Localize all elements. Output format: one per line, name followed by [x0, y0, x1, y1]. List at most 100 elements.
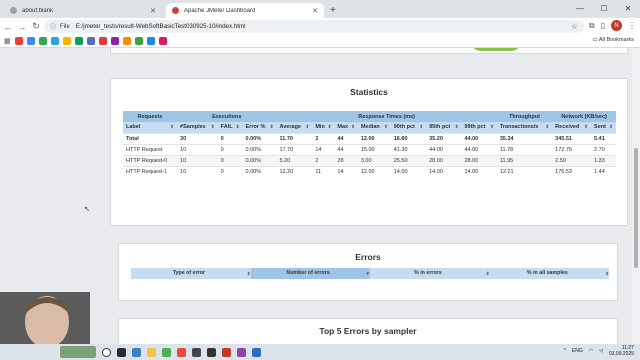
bookmark-icon[interactable]: [110, 37, 119, 45]
column-header[interactable]: Sent ⇕: [591, 122, 616, 133]
sort-icon[interactable]: ⇕: [419, 124, 423, 130]
column-label: 90th pct: [393, 124, 415, 131]
reload-icon[interactable]: ↻: [30, 21, 42, 32]
column-header[interactable]: 95th pct ⇕: [426, 122, 462, 133]
statistics-panel: Statistics Requests Executions Response …: [110, 78, 628, 226]
column-header[interactable]: Number of errors ▼: [250, 268, 370, 279]
column-header[interactable]: FAIL ⇕: [217, 122, 243, 133]
volume-icon[interactable]: ◁: [599, 348, 603, 354]
sort-icon[interactable]: ⇕: [384, 124, 388, 130]
page-viewport: Statistics Requests Executions Response …: [0, 48, 632, 344]
scrollbar-thumb[interactable]: [634, 148, 638, 268]
bookmark-icon[interactable]: [134, 37, 143, 45]
sort-icon[interactable]: ⇕: [270, 124, 274, 130]
menu-icon[interactable]: ⋮: [628, 21, 636, 30]
column-header[interactable]: 99th pct ⇕: [461, 122, 497, 133]
column-header[interactable]: Type of error ⇕: [131, 268, 251, 279]
task-view-icon[interactable]: [117, 347, 126, 357]
gmail-icon[interactable]: [14, 37, 23, 45]
app-icon[interactable]: [162, 347, 171, 357]
new-tab-button[interactable]: +: [330, 5, 336, 16]
table-cell: 44: [334, 132, 358, 144]
table-cell: 11.95: [496, 154, 553, 166]
column-header[interactable]: Max ⇕: [334, 122, 358, 133]
bookmark-icon[interactable]: [86, 37, 95, 45]
address-bar[interactable]: ⓘ File E:/jmeter_tests/result-WebSoftBas…: [44, 20, 584, 33]
table-cell: 0: [217, 132, 243, 144]
back-icon[interactable]: ←: [2, 22, 14, 32]
tab-about-blank[interactable]: about:blank ✕: [4, 3, 162, 18]
search-icon[interactable]: [102, 347, 111, 357]
language-indicator[interactable]: ENG: [572, 348, 583, 354]
sort-icon[interactable]: ⇕: [328, 124, 332, 130]
tab-jmeter-dashboard[interactable]: Apache JMeter Dashboard ✕: [166, 3, 324, 18]
url-text[interactable]: E:/jmeter_tests/result-WebSoftBasicTest0…: [76, 23, 246, 30]
close-tab-icon[interactable]: ✕: [312, 7, 318, 15]
bookmark-icon[interactable]: [74, 37, 83, 45]
edge-icon[interactable]: [132, 347, 141, 357]
apps-grid-icon[interactable]: ▦: [4, 37, 11, 45]
forward-icon[interactable]: →: [16, 22, 28, 32]
sort-icon[interactable]: ⇕: [236, 124, 240, 130]
table-cell: 12.20: [276, 165, 313, 177]
all-bookmarks-button[interactable]: ▭ All Bookmarks: [592, 37, 634, 43]
powershell-icon[interactable]: [252, 347, 261, 357]
bookmark-icon[interactable]: [122, 37, 131, 45]
sort-icon[interactable]: ⇕: [605, 268, 609, 279]
sort-icon[interactable]: ⇕: [609, 124, 613, 130]
column-header[interactable]: % in errors ⇕: [370, 268, 490, 279]
column-header[interactable]: Received ⇕: [552, 122, 592, 133]
app-icon[interactable]: [237, 347, 246, 357]
app-icon[interactable]: [192, 347, 201, 357]
minimize-icon[interactable]: —: [568, 4, 592, 13]
sort-icon[interactable]: ⇕: [584, 124, 588, 130]
column-header[interactable]: Min ⇕: [312, 122, 335, 133]
table-cell: 12.00: [357, 132, 391, 144]
sort-icon[interactable]: ⇕: [306, 124, 310, 130]
column-header[interactable]: Average ⇕: [276, 122, 313, 133]
bookmark-icon[interactable]: [26, 37, 35, 45]
bookmark-star-icon[interactable]: ☆: [571, 22, 578, 31]
browser-toolbar: ← → ↻ ⓘ File E:/jmeter_tests/result-WebS…: [0, 18, 640, 35]
column-header[interactable]: Transactions/s ⇕: [496, 122, 553, 133]
chrome-icon[interactable]: [177, 347, 186, 357]
tab-title: about:blank: [22, 7, 54, 14]
chevron-up-icon[interactable]: ^: [564, 348, 566, 354]
column-header[interactable]: Error % ⇕: [242, 122, 277, 133]
column-header[interactable]: Label ⇕: [123, 122, 178, 133]
file-explorer-icon[interactable]: [147, 347, 156, 357]
sort-icon[interactable]: ⇕: [351, 124, 355, 130]
sort-icon[interactable]: ⇕: [490, 124, 494, 130]
maximize-icon[interactable]: ☐: [592, 4, 616, 13]
sort-icon[interactable]: ⇕: [545, 124, 549, 130]
table-cell: 44: [334, 143, 358, 155]
bookmark-icon[interactable]: [98, 37, 107, 45]
bookmark-icon[interactable]: [158, 37, 167, 45]
info-icon[interactable]: ⓘ: [50, 22, 56, 31]
column-header[interactable]: 90th pct ⇕: [390, 122, 427, 133]
profile-avatar[interactable]: N: [611, 20, 622, 31]
wifi-icon[interactable]: ◠: [589, 348, 593, 354]
sort-icon[interactable]: ⇕: [211, 124, 215, 130]
bookmark-icon[interactable]: [146, 37, 155, 45]
column-header[interactable]: Median ⇕: [357, 122, 391, 133]
column-header[interactable]: #Samples ⇕: [177, 122, 218, 133]
clock[interactable]: 11:27 03.09.2025: [609, 345, 634, 357]
app-icon[interactable]: [222, 347, 231, 357]
table-cell: 10: [177, 154, 218, 166]
column-label: Label: [126, 124, 141, 131]
column-label: #Samples: [180, 124, 206, 131]
bookmark-icon[interactable]: [62, 37, 71, 45]
extensions-icon[interactable]: ⧉: [589, 21, 595, 31]
side-panel-icon[interactable]: ▯: [601, 21, 605, 30]
sort-icon[interactable]: ⇕: [170, 124, 174, 130]
terminal-icon[interactable]: [207, 347, 216, 357]
close-window-icon[interactable]: ✕: [616, 4, 640, 13]
column-header[interactable]: % in all samples ⇕: [489, 268, 609, 279]
whatsapp-icon[interactable]: [38, 37, 47, 45]
sort-icon[interactable]: ⇕: [455, 124, 459, 130]
telegram-icon[interactable]: [50, 37, 59, 45]
close-tab-icon[interactable]: ✕: [150, 7, 156, 15]
page-scrollbar[interactable]: [632, 48, 640, 344]
weather-widget[interactable]: [60, 346, 96, 358]
